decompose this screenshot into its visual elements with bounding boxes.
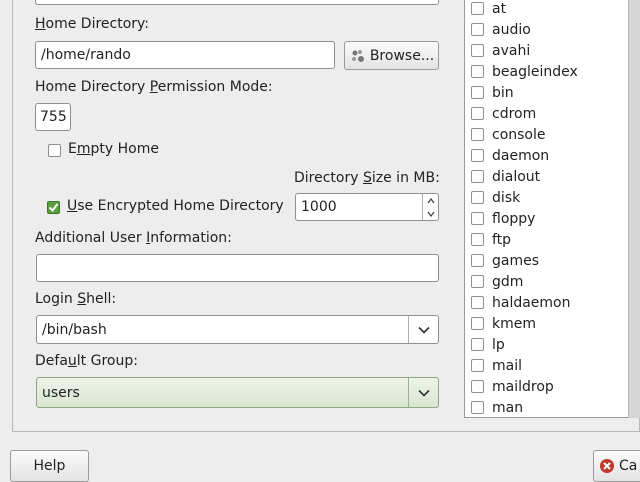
group-checkbox[interactable]	[471, 107, 484, 120]
chevron-down-icon[interactable]	[408, 378, 438, 407]
group-label: haldaemon	[492, 294, 571, 311]
group-list-item[interactable]: gdm	[465, 271, 625, 292]
group-list-item[interactable]: console	[465, 124, 625, 145]
spinner-up-icon[interactable]	[423, 194, 438, 207]
login-shell-label: Login Shell:	[35, 291, 117, 307]
group-checkbox[interactable]	[471, 338, 484, 351]
group-checkbox[interactable]	[471, 254, 484, 267]
group-list-item[interactable]: disk	[465, 187, 625, 208]
group-checkbox[interactable]	[471, 191, 484, 204]
spinner-down-icon[interactable]	[423, 207, 438, 220]
group-label: disk	[492, 189, 521, 206]
group-label: lp	[492, 336, 505, 353]
encrypted-home-checkbox[interactable]	[47, 201, 60, 214]
permission-mode-value: 755	[40, 109, 67, 125]
group-checkbox[interactable]	[471, 44, 484, 57]
group-list-item[interactable]: daemon	[465, 145, 625, 166]
group-checkbox[interactable]	[471, 86, 484, 99]
folder-browse-icon	[349, 47, 367, 65]
group-checkbox[interactable]	[471, 2, 484, 15]
encrypted-home-label[interactable]: Use Encrypted Home Directory	[67, 198, 284, 214]
default-group-label: Default Group:	[35, 353, 138, 369]
group-list-scrollbar[interactable]	[628, 0, 640, 418]
permission-mode-label: Home Directory Permission Mode:	[35, 79, 273, 95]
group-checkbox[interactable]	[471, 149, 484, 162]
group-label: ftp	[492, 231, 512, 248]
group-label: man	[492, 399, 524, 416]
group-list-item[interactable]: maildrop	[465, 376, 625, 397]
group-label: cdrom	[492, 105, 537, 122]
group-list-item[interactable]: avahi	[465, 40, 625, 61]
group-checkbox[interactable]	[471, 128, 484, 141]
group-list-item[interactable]: kmem	[465, 313, 625, 334]
group-checkbox[interactable]	[471, 275, 484, 288]
group-list-item[interactable]: dialout	[465, 166, 625, 187]
group-checkbox[interactable]	[471, 296, 484, 309]
permission-mode-input[interactable]: 755	[35, 103, 71, 131]
empty-home-label[interactable]: Empty Home	[68, 141, 159, 157]
help-label: Help	[33, 458, 66, 474]
group-label: floppy	[492, 210, 536, 227]
empty-home-checkbox[interactable]	[48, 144, 61, 157]
cancel-button[interactable]: Ca	[593, 450, 640, 482]
group-list[interactable]: at audio avahi beagleindex bin cdrom console da…	[464, 0, 634, 418]
chevron-down-icon[interactable]	[408, 316, 438, 343]
group-checkbox[interactable]	[471, 233, 484, 246]
spinner-buttons[interactable]	[422, 194, 438, 220]
group-list-item[interactable]: ftp	[465, 229, 625, 250]
group-label: at	[492, 0, 507, 17]
group-label: dialout	[492, 168, 541, 185]
additional-info-label: Additional User Information:	[35, 230, 232, 246]
group-label: console	[492, 126, 546, 143]
group-label: beagleindex	[492, 63, 578, 80]
group-list-item[interactable]: bin	[465, 82, 625, 103]
login-shell-combo[interactable]: /bin/bash	[36, 315, 439, 344]
group-checkbox[interactable]	[471, 23, 484, 36]
group-checkbox[interactable]	[471, 317, 484, 330]
group-list-item[interactable]: man	[465, 397, 625, 417]
home-directory-value: /home/rando	[41, 47, 131, 63]
group-list-item[interactable]: audio	[465, 19, 625, 40]
group-label: games	[492, 252, 540, 269]
top-field-remnant[interactable]	[35, 0, 439, 5]
checkmark-icon	[48, 203, 59, 213]
group-checkbox[interactable]	[471, 170, 484, 183]
group-list-item[interactable]: cdrom	[465, 103, 625, 124]
directory-size-value: 1000	[301, 199, 337, 215]
group-checkbox[interactable]	[471, 401, 484, 414]
home-directory-input[interactable]: /home/rando	[35, 41, 335, 69]
browse-label: Browse...	[369, 47, 435, 64]
group-label: gdm	[492, 273, 524, 290]
group-list-item[interactable]: mail	[465, 355, 625, 376]
directory-size-label: Directory Size in MB:	[294, 170, 440, 186]
group-label: daemon	[492, 147, 550, 164]
default-group-combo[interactable]: users	[36, 377, 439, 408]
group-label: mail	[492, 357, 522, 374]
home-directory-label: Home Directory:	[35, 16, 150, 32]
group-label: maildrop	[492, 378, 554, 395]
group-checkbox[interactable]	[471, 380, 484, 393]
default-group-value: users	[42, 384, 80, 401]
additional-info-input[interactable]	[36, 254, 439, 282]
browse-button[interactable]: Browse...	[344, 41, 439, 70]
group-checkbox[interactable]	[471, 212, 484, 225]
group-list-item[interactable]: haldaemon	[465, 292, 625, 313]
group-label: bin	[492, 84, 514, 101]
group-label: kmem	[492, 315, 536, 332]
cancel-icon	[599, 458, 615, 474]
help-button[interactable]: Help	[10, 450, 89, 482]
group-label: avahi	[492, 42, 531, 59]
login-shell-value: /bin/bash	[42, 321, 107, 338]
group-checkbox[interactable]	[471, 65, 484, 78]
group-checkbox[interactable]	[471, 359, 484, 372]
group-list-item[interactable]: at	[465, 0, 625, 19]
group-list-item[interactable]: games	[465, 250, 625, 271]
group-list-item[interactable]: lp	[465, 334, 625, 355]
group-list-item[interactable]: beagleindex	[465, 61, 625, 82]
group-label: audio	[492, 21, 531, 38]
group-list-item[interactable]: floppy	[465, 208, 625, 229]
cancel-label: Ca	[619, 458, 638, 474]
directory-size-spinner[interactable]: 1000	[295, 193, 439, 221]
